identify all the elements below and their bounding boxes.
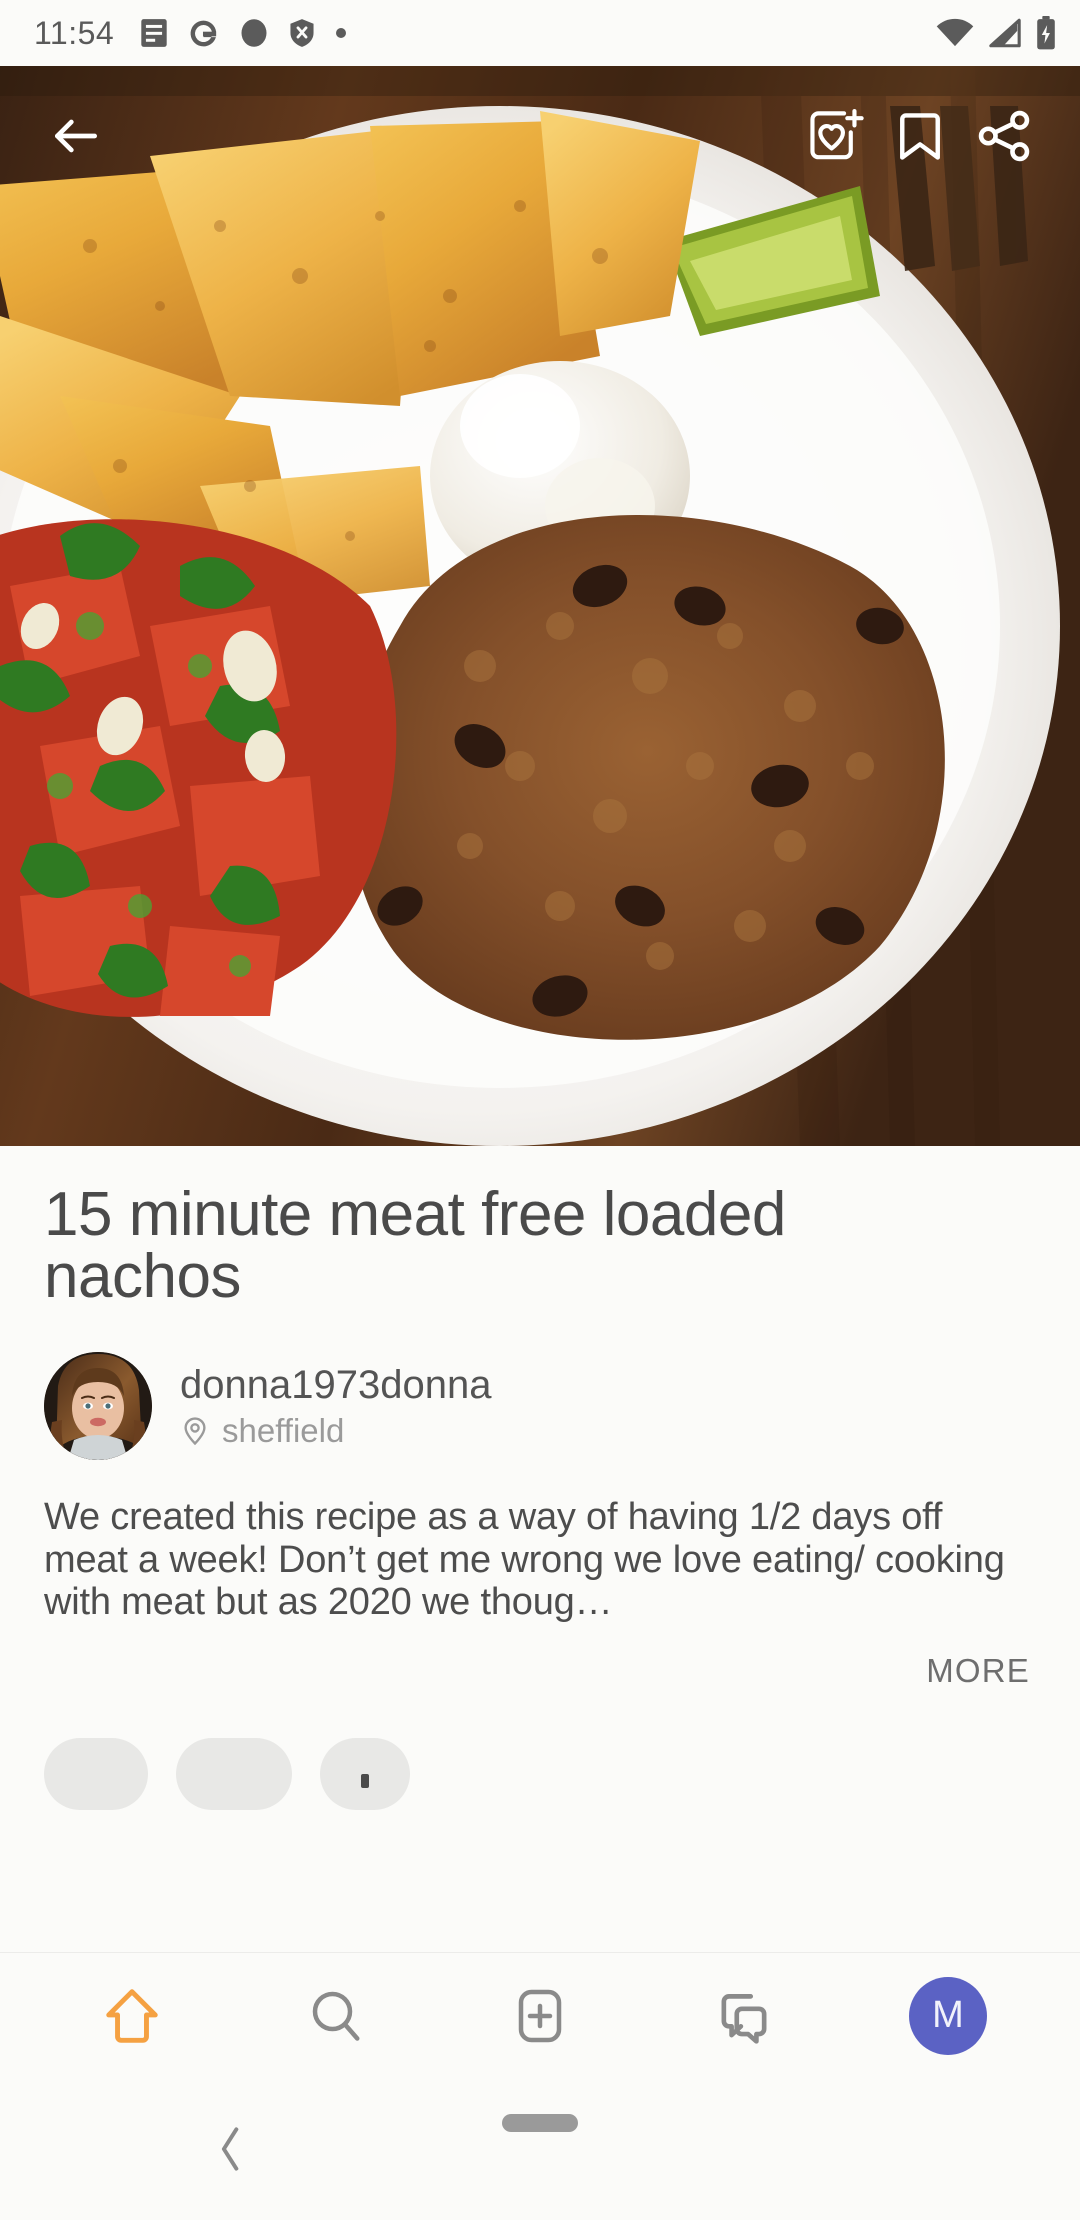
share-button[interactable] (962, 94, 1046, 178)
status-time: 11:54 (34, 14, 115, 51)
recipe-content: 15 minute meat free loaded nachos donna1… (0, 1146, 1080, 1952)
gesture-pill[interactable] (502, 2114, 578, 2132)
system-back-icon[interactable] (216, 2124, 246, 2174)
page-title: 15 minute meat free loaded nachos (44, 1180, 786, 1311)
search-icon (312, 1991, 360, 2041)
circle-icon (241, 19, 267, 47)
battery-charging-icon (1037, 16, 1055, 50)
status-left-icons (140, 18, 936, 49)
bookmark-button[interactable] (878, 94, 962, 178)
status-bar: 11:54 (0, 0, 1080, 66)
chip-glyph (361, 1773, 369, 1788)
back-button[interactable] (34, 94, 118, 178)
add-recipe-icon (518, 1989, 562, 2042)
recipe-description: We created this recipe as a way of havin… (44, 1496, 1005, 1624)
avatar-photo (44, 1352, 152, 1460)
mince-and-beans (349, 515, 945, 1040)
avatar[interactable] (44, 1352, 152, 1460)
wifi-icon (936, 18, 974, 47)
share-icon (978, 110, 1030, 162)
dot-icon (336, 28, 347, 38)
system-navigation-bar (0, 2078, 1080, 2220)
nav-create[interactable] (484, 1960, 596, 2072)
shield-x-icon (290, 19, 314, 47)
more-button[interactable]: MORE (922, 1646, 1034, 1696)
notes-icon (141, 19, 167, 47)
nav-home[interactable] (76, 1960, 188, 2072)
cellular-signal-off-icon (989, 18, 1021, 48)
location-label: sheffield (222, 1411, 345, 1449)
bottom-navigation: M (0, 1952, 1080, 2078)
add-to-cookbook-icon (810, 109, 864, 160)
recipe-action-bar (0, 66, 1080, 206)
tag-chips-row (44, 1737, 1036, 1810)
status-right-icons (936, 16, 1056, 50)
author-name[interactable]: donna1973donna (180, 1364, 491, 1406)
author-row[interactable]: donna1973donna sheffield (44, 1352, 1036, 1460)
nav-profile[interactable]: M (892, 1960, 1004, 2072)
nachos-photo (0, 66, 1080, 1146)
more-row: MORE (44, 1646, 1036, 1696)
location-pin-icon (184, 1417, 206, 1446)
add-to-cookbook-button[interactable] (794, 94, 878, 178)
author-location: sheffield (180, 1411, 491, 1449)
recipe-hero-image (0, 66, 1080, 1146)
bookmark-icon (900, 113, 940, 160)
tag-chip[interactable] (320, 1737, 410, 1810)
google-icon (190, 20, 217, 46)
app-screen: 11:54 15 minute meat free loaded nachos … (0, 0, 1080, 2220)
nav-chat[interactable] (688, 1960, 800, 2072)
profile-avatar[interactable]: M (909, 1976, 987, 2055)
back-arrow-icon (55, 119, 97, 153)
author-meta: donna1973donna sheffield (180, 1364, 491, 1449)
tag-chip[interactable] (44, 1737, 148, 1810)
chat-bubbles-icon (721, 1993, 767, 2044)
home-icon (106, 1988, 158, 2043)
tag-chip[interactable] (176, 1737, 292, 1810)
nav-search[interactable] (280, 1960, 392, 2072)
